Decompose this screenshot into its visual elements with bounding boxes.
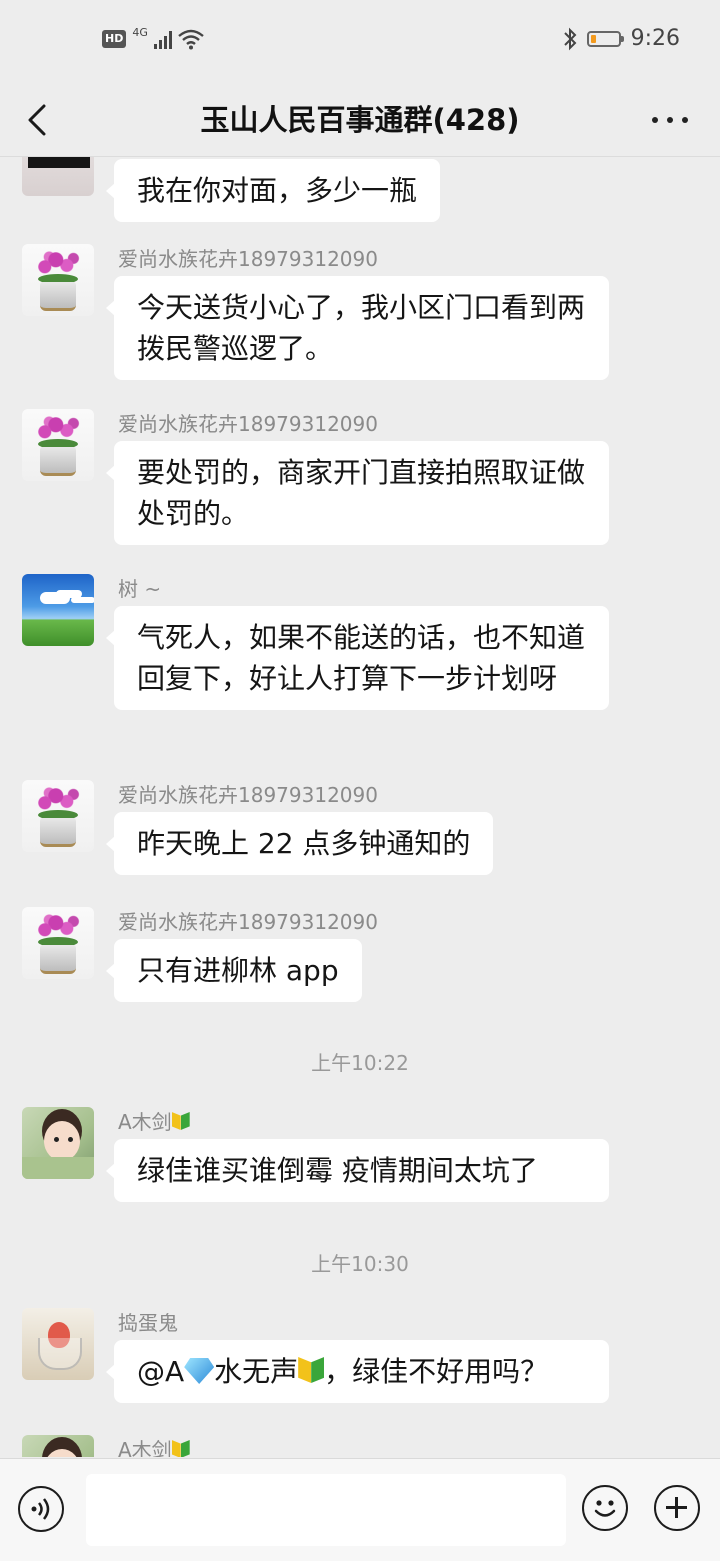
sky-avatar[interactable]	[22, 574, 94, 646]
hd-badge: HD	[102, 30, 127, 48]
battery-icon	[586, 30, 624, 47]
status-bar: HD 4G 9:26	[0, 0, 720, 84]
sender-name: 爱尚水族花卉18979312090	[118, 247, 378, 271]
sender-name: 爱尚水族花卉18979312090	[118, 783, 378, 807]
diamond-icon	[184, 1358, 215, 1384]
message-bubble[interactable]: 气死人，如果不能送的话，也不知道回复下，好让人打算下一步计划呀	[106, 606, 609, 710]
battery-fill	[590, 34, 596, 43]
signal-icon	[153, 29, 172, 49]
timestamp: 上午10:30	[311, 1252, 409, 1276]
bluetooth-icon	[563, 27, 577, 50]
network-type: 4G	[132, 25, 148, 39]
sender-name: 爱尚水族花卉18979312090	[118, 412, 378, 436]
sender-name-text: A木剑	[118, 1110, 172, 1134]
mention-name: 水无声	[214, 1355, 299, 1388]
more-dots-icon[interactable]	[652, 110, 688, 130]
woman-avatar[interactable]	[22, 157, 94, 196]
status-right: 9:26	[563, 26, 680, 51]
message-text: ，绿佳不好用吗？	[324, 1355, 549, 1388]
chat-title: 玉山人民百事通群(428)	[200, 103, 520, 137]
sender-name: 树 ~	[118, 577, 162, 601]
message-bubble[interactable]: 要处罚的，商家开门直接拍照取证做处罚的。	[106, 441, 609, 545]
orchid-avatar[interactable]	[22, 244, 94, 316]
timestamp: 上午10:22	[311, 1051, 409, 1075]
message-bubble[interactable]: 今天送货小心了，我小区门口看到两拨民警巡逻了。	[106, 276, 609, 380]
input-bar	[0, 1458, 720, 1561]
orchid-avatar[interactable]	[22, 907, 94, 979]
mention-prefix: @A	[137, 1355, 185, 1388]
kid-avatar[interactable]	[22, 1107, 94, 1179]
emoji-icon[interactable]	[582, 1485, 628, 1531]
message-list[interactable]: 我在你对面，多少一瓶 爱尚水族花卉18979312090 今天送货小心了，我小区…	[0, 157, 720, 1457]
message-bubble[interactable]: @A 水无声 ，绿佳不好用吗？	[106, 1340, 609, 1403]
orchid-avatar[interactable]	[22, 780, 94, 852]
orchid-avatar[interactable]	[22, 409, 94, 481]
voice-icon[interactable]	[18, 1486, 64, 1532]
message-bubble[interactable]: 绿佳谁买谁倒霉 疫情期间太坑了	[106, 1139, 609, 1202]
beginner-badge-icon	[172, 1440, 190, 1457]
message-bubble[interactable]: 只有进柳林 app	[106, 939, 362, 1002]
message-bubble[interactable]: 我在你对面，多少一瓶	[105, 159, 441, 222]
chat-header: 玉山人民百事通群(428)	[0, 84, 720, 157]
sender-name-text: A木剑	[118, 1438, 172, 1457]
beginner-badge-icon	[172, 1112, 190, 1132]
sender-name: 捣蛋鬼	[118, 1311, 178, 1335]
status-left: HD 4G	[102, 25, 204, 50]
glass-avatar[interactable]	[22, 1308, 94, 1380]
sender-name: 爱尚水族花卉18979312090	[118, 910, 378, 934]
clock: 9:26	[630, 26, 680, 51]
message-input[interactable]	[86, 1474, 566, 1546]
kid-avatar[interactable]	[22, 1435, 94, 1457]
wifi-icon	[178, 29, 204, 50]
message-bubble[interactable]: 昨天晚上 22 点多钟通知的	[105, 812, 494, 875]
sender-name: A木剑	[118, 1109, 190, 1135]
sender-name: A木剑	[118, 1437, 190, 1457]
plus-icon[interactable]	[654, 1485, 700, 1531]
beginner-badge-icon	[298, 1357, 324, 1385]
